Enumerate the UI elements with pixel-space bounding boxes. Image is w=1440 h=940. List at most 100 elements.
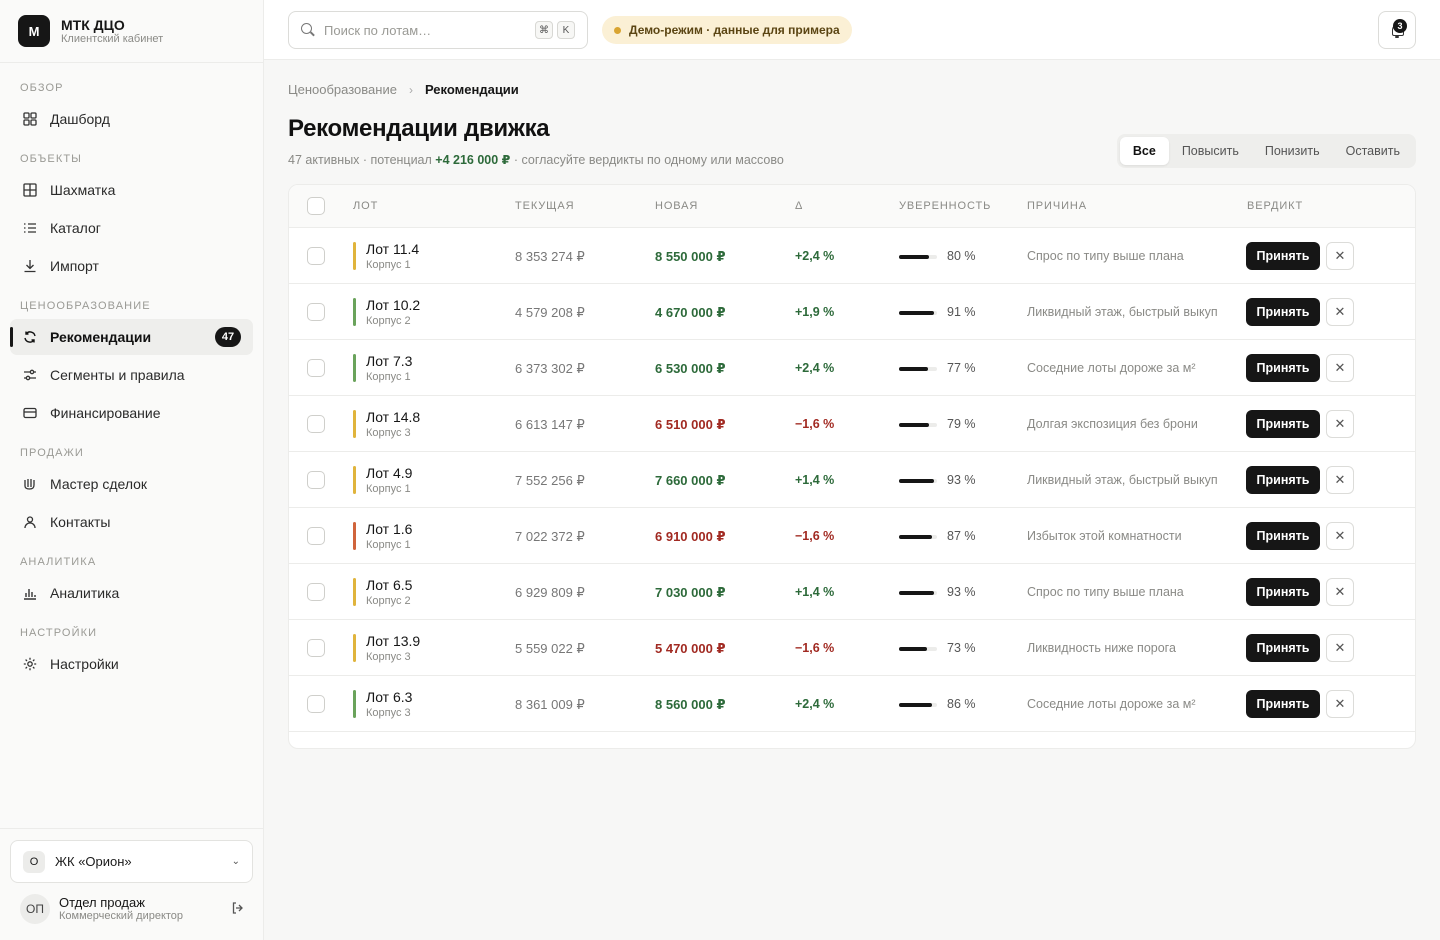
- table-row: Лот 6.3 Корпус 3 8 361 009 ₽ 8 560 000 ₽ +2,…: [289, 676, 1415, 732]
- new-price: 5 470 000 ₽: [655, 641, 726, 656]
- new-price: 8 550 000 ₽: [655, 249, 726, 264]
- sidebar-item-import[interactable]: Импорт: [10, 248, 253, 284]
- confidence-value: 79 %: [947, 417, 976, 431]
- row-checkbox[interactable]: [307, 247, 325, 265]
- select-all-checkbox[interactable]: [307, 197, 325, 215]
- lot-name[interactable]: Лот 6.5: [366, 577, 412, 593]
- table-row: Лот 1.6 Корпус 1 7 022 372 ₽ 6 910 000 ₽ −1,…: [289, 508, 1415, 564]
- sidebar-item-chessboard[interactable]: Шахматка: [10, 172, 253, 208]
- breadcrumb-parent[interactable]: Ценообразование: [288, 82, 397, 97]
- sidebar-item-dashboard[interactable]: Дашборд: [10, 101, 253, 137]
- confidence-fill: [899, 423, 929, 427]
- project-name: ЖК «Орион»: [55, 854, 132, 869]
- lot-building: Корпус 3: [366, 427, 411, 439]
- kbd-k: K: [557, 21, 575, 39]
- lot-name[interactable]: Лот 14.8: [366, 409, 420, 425]
- lot-name[interactable]: Лот 6.3: [366, 689, 412, 705]
- sidebar-item-settings[interactable]: Настройки: [10, 646, 253, 682]
- tab-keep[interactable]: Оставить: [1333, 137, 1413, 165]
- row-checkbox[interactable]: [307, 471, 325, 489]
- row-checkbox[interactable]: [307, 583, 325, 601]
- reject-button[interactable]: ✕: [1326, 242, 1354, 270]
- row-checkbox[interactable]: [307, 695, 325, 713]
- row-checkbox[interactable]: [307, 527, 325, 545]
- new-price: 6 910 000 ₽: [655, 529, 726, 544]
- reject-button[interactable]: ✕: [1326, 466, 1354, 494]
- tab-raise[interactable]: Повысить: [1169, 137, 1252, 165]
- gear-icon: [22, 656, 38, 672]
- confidence-bar: [899, 423, 937, 427]
- sidebar-item-contacts[interactable]: Контакты: [10, 504, 253, 540]
- reject-button[interactable]: ✕: [1326, 634, 1354, 662]
- search-box[interactable]: ⌘ K: [288, 11, 588, 49]
- reject-button[interactable]: ✕: [1326, 354, 1354, 382]
- lot-name[interactable]: Лот 1.6: [366, 521, 412, 537]
- price-delta: −1,6 %: [795, 529, 835, 543]
- close-icon: ✕: [1334, 584, 1346, 599]
- project-select[interactable]: О ЖК «Орион» ⌄: [10, 840, 253, 883]
- accept-button[interactable]: Принять: [1246, 634, 1320, 662]
- tab-all[interactable]: Все: [1119, 137, 1169, 165]
- price-delta: +1,4 %: [795, 585, 835, 599]
- demo-mode-label: Демо-режим · данные для примера: [629, 23, 840, 37]
- confidence-value: 77 %: [947, 361, 976, 375]
- accept-button[interactable]: Принять: [1246, 578, 1320, 606]
- accept-button[interactable]: Принять: [1246, 354, 1320, 382]
- sidebar-item-segments-rules[interactable]: Сегменты и правила: [10, 357, 253, 393]
- accept-button[interactable]: Принять: [1246, 298, 1320, 326]
- accept-button[interactable]: Принять: [1246, 410, 1320, 438]
- search-input[interactable]: [324, 22, 514, 38]
- table-row: Лот 4.9 Корпус 1 7 552 256 ₽ 7 660 000 ₽ +1,…: [289, 452, 1415, 508]
- notifications-button[interactable]: 3: [1378, 11, 1416, 49]
- user-profile[interactable]: ОП Отдел продаж Коммерческий директор: [20, 893, 245, 925]
- tab-lower[interactable]: Понизить: [1252, 137, 1333, 165]
- sidebar-item-catalog[interactable]: Каталог: [10, 210, 253, 246]
- reject-button[interactable]: ✕: [1326, 522, 1354, 550]
- reject-button[interactable]: ✕: [1326, 410, 1354, 438]
- row-checkbox[interactable]: [307, 359, 325, 377]
- reject-button[interactable]: ✕: [1326, 298, 1354, 326]
- table-row: Лот 10.2 Корпус 2 4 579 208 ₽ 4 670 000 ₽ +1…: [289, 284, 1415, 340]
- new-price: 8 560 000 ₽: [655, 697, 726, 712]
- sidebar-item-deal-wizard[interactable]: Мастер сделок: [10, 466, 253, 502]
- row-checkbox[interactable]: [307, 303, 325, 321]
- confidence-bar: [899, 703, 937, 707]
- accept-button[interactable]: Принять: [1246, 242, 1320, 270]
- confidence-bar: [899, 255, 937, 259]
- reject-button[interactable]: ✕: [1326, 690, 1354, 718]
- logout-icon[interactable]: [231, 901, 245, 918]
- reason-text: Долгая экспозиция без брони: [1027, 417, 1198, 431]
- close-icon: ✕: [1334, 528, 1346, 543]
- lot-building: Корпус 1: [366, 371, 411, 383]
- nav-section-overview: ОБЗОР: [20, 82, 64, 94]
- row-checkbox[interactable]: [307, 415, 325, 433]
- accept-button[interactable]: Принять: [1246, 466, 1320, 494]
- lot-name[interactable]: Лот 4.9: [366, 465, 412, 481]
- breadcrumb-current: Рекомендации: [424, 82, 519, 97]
- sidebar-item-financing[interactable]: Финансирование: [10, 395, 253, 431]
- brand: М МТК ДЦО Клиентский кабинет: [0, 0, 263, 63]
- sidebar-item-recommendations[interactable]: Рекомендации 47: [10, 319, 253, 355]
- confidence-bar: [899, 535, 937, 539]
- bar-chart-icon: [22, 585, 38, 601]
- row-checkbox[interactable]: [307, 639, 325, 657]
- lot-name[interactable]: Лот 13.9: [366, 633, 420, 649]
- brand-title: МТК ДЦО: [61, 16, 125, 33]
- close-icon: ✕: [1334, 696, 1346, 711]
- lot-name[interactable]: Лот 11.4: [366, 241, 419, 257]
- sidebar-item-analytics[interactable]: Аналитика: [10, 575, 253, 611]
- lot-name[interactable]: Лот 7.3: [366, 353, 412, 369]
- reject-button[interactable]: ✕: [1326, 578, 1354, 606]
- sidebar-item-label: Рекомендации: [50, 329, 152, 345]
- notifications-count: 3: [1393, 19, 1407, 33]
- count-badge: 47: [215, 327, 241, 347]
- lot-building: Корпус 1: [366, 483, 411, 495]
- accept-button[interactable]: Принять: [1246, 522, 1320, 550]
- user-name: Отдел продаж: [59, 895, 145, 910]
- demo-mode-badge: Демо-режим · данные для примера: [602, 16, 852, 44]
- lot-name[interactable]: Лот 10.2: [366, 297, 420, 313]
- avatar: ОП: [20, 894, 50, 924]
- confidence-fill: [899, 311, 934, 315]
- accept-button[interactable]: Принять: [1246, 690, 1320, 718]
- user-icon: [22, 514, 38, 530]
